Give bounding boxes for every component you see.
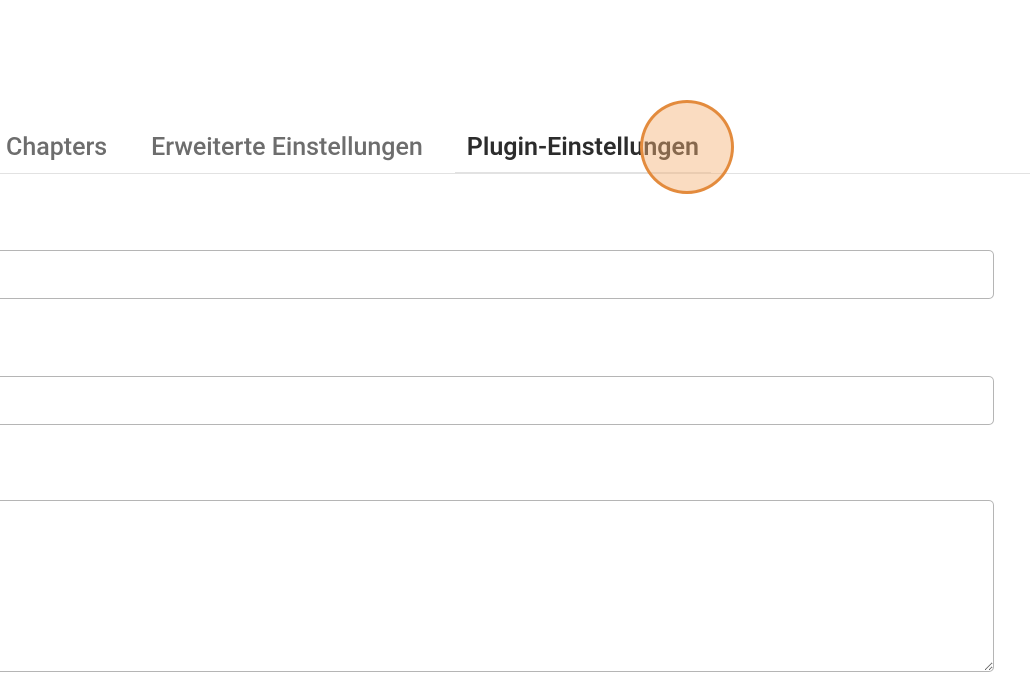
input-field-2[interactable] <box>0 376 994 425</box>
tabs-container: Chapters Erweiterte Einstellungen Plugin… <box>0 130 1030 174</box>
tab-advanced-settings[interactable]: Erweiterte Einstellungen <box>151 133 423 173</box>
tab-plugin-settings[interactable]: Plugin-Einstellungen <box>467 133 699 173</box>
tab-chapters[interactable]: Chapters <box>6 133 107 173</box>
form-content <box>0 174 1030 676</box>
textarea-field[interactable] <box>0 500 994 672</box>
input-field-1[interactable] <box>0 250 994 299</box>
tabs: Chapters Erweiterte Einstellungen Plugin… <box>0 130 1030 173</box>
